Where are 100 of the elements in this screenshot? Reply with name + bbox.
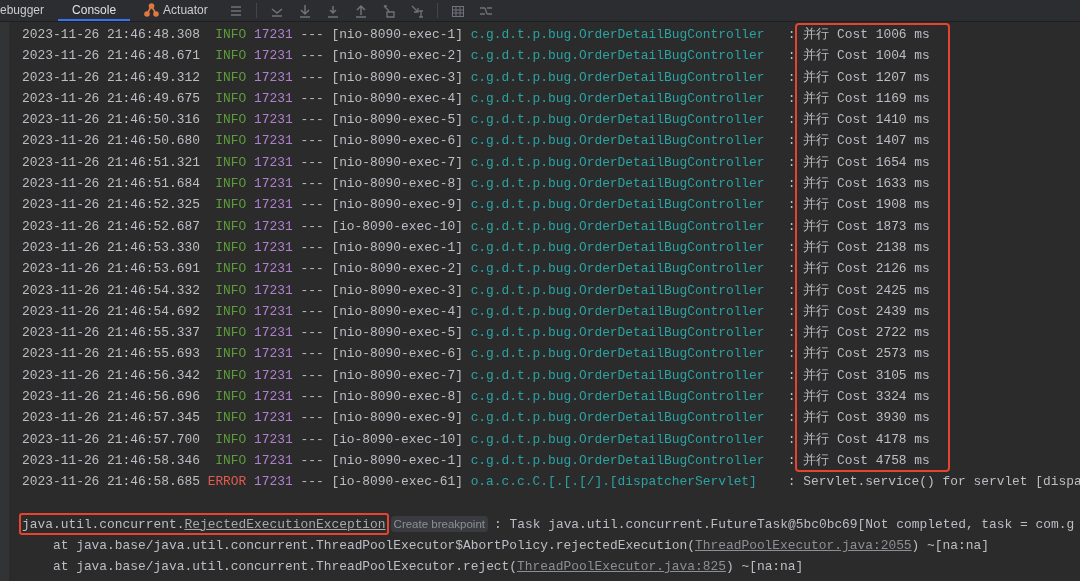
thread-name: [nio-8090-exec-1] <box>331 26 463 44</box>
log-timestamp: 2023-11-26 21:46:54.332 <box>22 281 200 300</box>
source-link[interactable]: ThreadPoolExecutor.java:2055 <box>695 535 912 557</box>
process-id: 17231 <box>254 26 293 44</box>
colon: : <box>787 260 796 279</box>
process-id: 17231 <box>254 238 293 257</box>
log-separator: --- <box>300 345 324 364</box>
log-message: 并行 Cost 1169 ms <box>803 89 930 108</box>
thread-name: [nio-8090-exec-7] <box>331 366 463 385</box>
colon: : <box>787 89 796 108</box>
log-message: 并行 Cost 1004 ms <box>803 47 930 66</box>
logger-name: c.g.d.t.p.bug.OrderDetailBugController <box>470 175 766 194</box>
create-breakpoint-button[interactable]: Create breakpoint <box>390 516 488 533</box>
log-timestamp: 2023-11-26 21:46:53.691 <box>22 260 200 279</box>
log-level: INFO <box>214 451 247 470</box>
logger-name: c.g.d.t.p.bug.OrderDetailBugController <box>470 409 766 428</box>
log-timestamp: 2023-11-26 21:46:58.346 <box>22 451 200 470</box>
colon: : <box>787 153 796 172</box>
log-separator: --- <box>300 409 324 428</box>
exception-link[interactable]: RejectedExecutionException <box>184 513 386 536</box>
log-separator: --- <box>300 111 324 130</box>
tab[interactable]: ebugger <box>0 0 59 21</box>
log-timestamp: 2023-11-26 21:46:50.316 <box>22 111 200 130</box>
log-timestamp: 2023-11-26 21:46:48.308 <box>22 26 200 44</box>
thread-name: [nio-8090-exec-7] <box>331 153 463 172</box>
tab[interactable]: Actuator <box>130 0 222 21</box>
colon: : <box>787 217 796 236</box>
log-level: INFO <box>214 238 247 257</box>
log-message: 并行 Cost 2138 ms <box>803 238 930 257</box>
log-separator: --- <box>300 238 324 257</box>
colon: : <box>787 68 796 87</box>
log-timestamp: 2023-11-26 21:46:52.325 <box>22 196 200 215</box>
log-message: 并行 Cost 2573 ms <box>803 345 930 364</box>
source-link[interactable]: ThreadPoolExecutor.java:825 <box>517 556 726 578</box>
log-timestamp: 2023-11-26 21:46:49.312 <box>22 68 200 87</box>
thread-name: [nio-8090-exec-8] <box>331 175 463 194</box>
logger-name: c.g.d.t.p.bug.OrderDetailBugController <box>470 430 766 449</box>
log-separator: --- <box>300 47 324 66</box>
log-message: 并行 Cost 1654 ms <box>803 153 930 172</box>
logger-name: c.g.d.t.p.bug.OrderDetailBugController <box>470 153 766 172</box>
log-level: INFO <box>214 196 247 215</box>
thread-name: [nio-8090-exec-4] <box>331 89 463 108</box>
stack-frame: at java.base/java.util.concurrent.ThreadPoolExecutor.reject( <box>52 556 518 578</box>
network-icon <box>144 2 160 17</box>
colon: : <box>787 111 796 130</box>
colon: : <box>787 47 796 66</box>
log-level: INFO <box>214 47 247 66</box>
log-message: 并行 Cost 1410 ms <box>803 111 930 130</box>
log-separator: --- <box>300 451 324 470</box>
log-level: INFO <box>214 217 247 236</box>
process-id: 17231 <box>254 68 293 87</box>
colon: : <box>787 302 796 321</box>
thread-name: [nio-8090-exec-6] <box>331 345 463 364</box>
log-level: INFO <box>214 388 247 407</box>
tab[interactable]: Console <box>58 0 131 21</box>
log-level: INFO <box>214 366 247 385</box>
process-id: 17231 <box>254 345 293 364</box>
colon: : <box>787 345 796 364</box>
log-message: 并行 Cost 3105 ms <box>803 366 930 385</box>
colon: : <box>787 409 796 428</box>
log-separator: --- <box>300 302 324 321</box>
logger-name: c.g.d.t.p.bug.OrderDetailBugController <box>470 238 766 257</box>
log-separator: --- <box>300 473 324 492</box>
thread-name: [nio-8090-exec-9] <box>331 196 463 215</box>
process-id: 17231 <box>254 47 293 66</box>
log-level: INFO <box>214 175 247 194</box>
process-id: 17231 <box>254 175 293 194</box>
thread-name: [nio-8090-exec-2] <box>331 260 463 279</box>
thread-name: [nio-8090-exec-1] <box>331 451 463 470</box>
process-id: 17231 <box>254 366 293 385</box>
logger-name: c.g.d.t.p.bug.OrderDetailBugController <box>470 345 766 364</box>
logger-name: c.g.d.t.p.bug.OrderDetailBugController <box>470 451 766 470</box>
log-message: 并行 Cost 4178 ms <box>803 430 930 449</box>
log-level: INFO <box>214 26 247 44</box>
process-id: 17231 <box>254 324 293 343</box>
thread-name: [nio-8090-exec-4] <box>331 302 463 321</box>
log-timestamp: 2023-11-26 21:46:56.696 <box>22 388 200 407</box>
colon: : <box>787 388 796 407</box>
log-message: 并行 Cost 1407 ms <box>803 132 930 151</box>
thread-name: [nio-8090-exec-6] <box>331 132 463 151</box>
thread-name: [nio-8090-exec-3] <box>331 68 463 87</box>
process-id: 17231 <box>254 302 293 321</box>
process-id: 17231 <box>254 451 293 470</box>
exception-message: : Task java.util.concurrent.FutureTask@5bc0bc69[Not completed, task = com.g <box>494 515 1075 534</box>
log-separator: --- <box>300 281 324 300</box>
colon: : <box>787 430 796 449</box>
colon: : <box>787 451 796 470</box>
stack-frame: at java.base/java.util.concurrent.ThreadPoolExecutor$AbortPolicy.rejectedExecution( <box>52 535 695 557</box>
log-timestamp: 2023-11-26 21:46:49.675 <box>22 89 200 108</box>
log-timestamp: 2023-11-26 21:46:52.687 <box>22 217 200 236</box>
logger-name: c.g.d.t.p.bug.OrderDetailBugController <box>470 366 766 385</box>
log-level: INFO <box>214 281 247 300</box>
logger-name: c.g.d.t.p.bug.OrderDetailBugController <box>470 26 766 44</box>
log-message: 并行 Cost 3324 ms <box>803 388 930 407</box>
process-id: 17231 <box>254 217 293 236</box>
log-message: 并行 Cost 2439 ms <box>803 302 930 321</box>
process-id: 17231 <box>254 473 293 492</box>
log-separator: --- <box>300 430 324 449</box>
log-timestamp: 2023-11-26 21:46:57.700 <box>22 430 200 449</box>
thread-name: [nio-8090-exec-2] <box>331 47 463 66</box>
